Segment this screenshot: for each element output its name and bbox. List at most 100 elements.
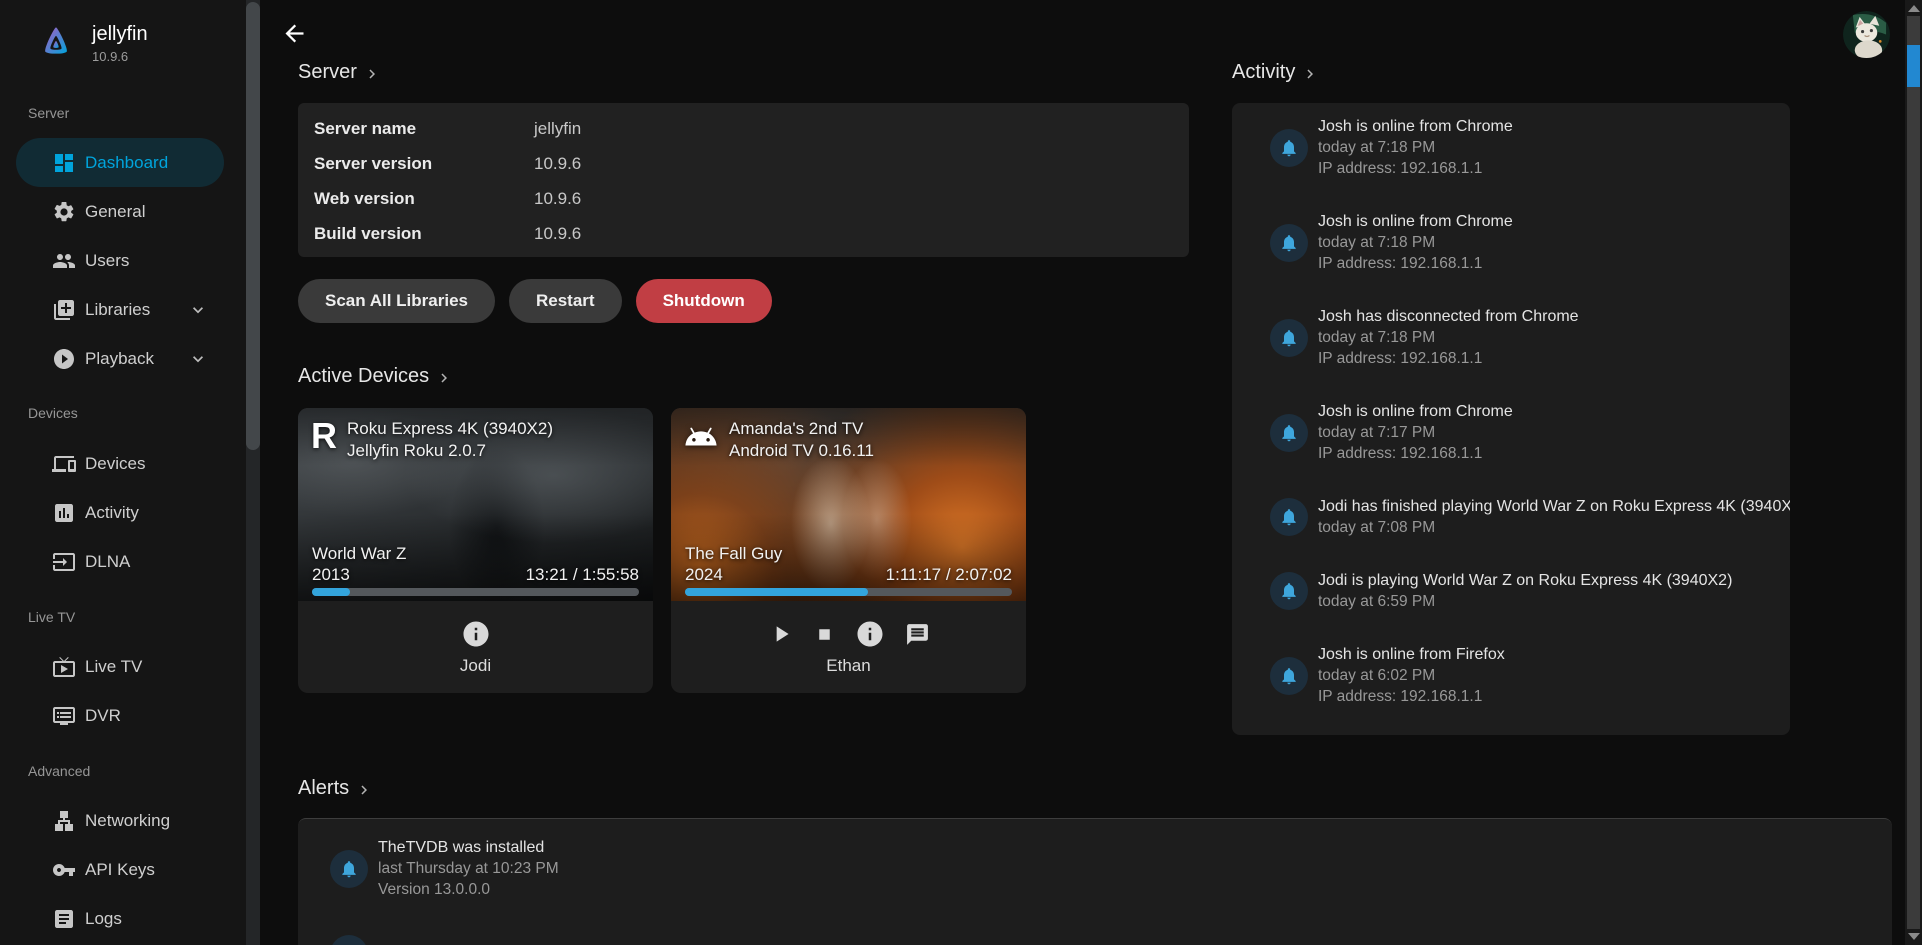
activity-heading-text: Activity (1232, 61, 1295, 84)
bell-icon (330, 935, 368, 945)
bell-icon (1270, 319, 1308, 357)
sidebar-item-dashboard[interactable]: Dashboard (16, 138, 224, 187)
restart-button[interactable]: Restart (509, 279, 622, 323)
nav-section-live-tv: Live TV (28, 607, 75, 627)
alert-item: TheTVDB was installed last Thursday at 1… (330, 837, 1872, 900)
playback-progress-fill (685, 588, 868, 596)
user-avatar[interactable] (1843, 11, 1890, 58)
web-version-row: Web version 10.9.6 (314, 181, 1173, 216)
activity-section-link[interactable]: Activity (1232, 61, 1319, 84)
session-user-name: Ethan (826, 656, 870, 676)
client-version: Jellyfin Roku 2.0.7 (347, 440, 553, 462)
sidebar-item-logs[interactable]: Logs (16, 894, 224, 943)
bell-icon (1270, 129, 1308, 167)
sidebar-item-dlna[interactable]: DLNA (16, 537, 224, 586)
server-actions: Scan All Libraries Restart Shutdown (298, 279, 772, 323)
activity-item: Josh is online from Chrome today at 7:17… (1270, 401, 1770, 464)
chevron-right-icon (435, 369, 453, 387)
activity-item: Josh is online from Chrome today at 7:18… (1270, 211, 1770, 274)
cat-avatar-image (1843, 11, 1890, 58)
play-icon (768, 621, 794, 647)
sidebar-item-libraries[interactable]: Libraries (16, 285, 224, 334)
bell-icon (1270, 657, 1308, 695)
chevron-right-icon (363, 65, 381, 83)
sidebar-item-activity[interactable]: Activity (16, 488, 224, 537)
media-title: World War Z (312, 543, 406, 564)
nav-section-advanced: Advanced (28, 761, 90, 781)
arrow-left-icon (281, 20, 308, 47)
alerts-heading-text: Alerts (298, 777, 349, 800)
info-icon (855, 619, 885, 649)
shutdown-button[interactable]: Shutdown (636, 279, 772, 323)
sidebar-item-users[interactable]: Users (16, 236, 224, 285)
app-brand: jellyfin 10.9.6 (38, 22, 148, 64)
sidebar-item-api-keys[interactable]: API Keys (16, 845, 224, 894)
nav-section-devices: Devices (28, 403, 78, 423)
sidebar-item-networking[interactable]: Networking (16, 796, 224, 845)
roku-icon: R (311, 418, 336, 454)
devices-icon (52, 452, 76, 476)
info-button[interactable] (461, 619, 491, 649)
nav-section-server: Server (28, 103, 69, 123)
activity-item: Josh is online from Chrome today at 7:18… (1270, 116, 1770, 179)
now-playing-backdrop-the-fall-guy: Amanda's 2nd TV Android TV 0.16.11 The F… (671, 408, 1026, 601)
sidebar: jellyfin 10.9.6 Server Dashboard General… (0, 0, 260, 945)
bell-icon (1270, 498, 1308, 536)
sidebar-scrollbar-thumb[interactable] (246, 2, 260, 450)
stop-button[interactable] (814, 624, 835, 645)
sidebar-item-playback[interactable]: Playback (16, 334, 224, 383)
info-icon (461, 619, 491, 649)
info-button[interactable] (855, 619, 885, 649)
dashboard-icon (52, 151, 76, 175)
server-section-link[interactable]: Server (298, 61, 381, 84)
jellyfin-dashboard-page: jellyfin 10.9.6 Server Dashboard General… (0, 0, 1922, 945)
scroll-down-arrow-icon[interactable] (1908, 933, 1920, 940)
scroll-up-arrow-icon[interactable] (1908, 5, 1920, 12)
api-keys-icon (52, 858, 76, 882)
app-version: 10.9.6 (92, 49, 148, 64)
page-scrollbar (1905, 0, 1922, 945)
client-version: Android TV 0.16.11 (729, 440, 874, 462)
back-button[interactable] (279, 20, 309, 50)
activity-item: Josh is online from Firefox today at 6:0… (1270, 644, 1770, 707)
alert-item: AniDB was installed (330, 935, 1872, 945)
activity-log-card: Josh is online from Chrome today at 7:18… (1232, 103, 1790, 735)
server-info-card: Server name jellyfin Server version 10.9… (298, 103, 1189, 257)
server-heading-text: Server (298, 61, 357, 84)
sidebar-item-dvr[interactable]: DVR (16, 691, 224, 740)
logs-icon (52, 907, 76, 931)
activity-icon (52, 501, 76, 525)
gear-icon (52, 200, 76, 224)
play-button[interactable] (768, 621, 794, 647)
stop-icon (814, 624, 835, 645)
playback-progress-fill (312, 588, 350, 596)
bell-icon (330, 850, 368, 888)
active-device-card-android-tv[interactable]: Amanda's 2nd TV Android TV 0.16.11 The F… (671, 408, 1026, 693)
activity-item: Josh has disconnected from Chrome today … (1270, 306, 1770, 369)
alerts-section-link[interactable]: Alerts (298, 777, 373, 800)
session-user-name: Jodi (460, 656, 491, 676)
active-device-card-roku[interactable]: R Roku Express 4K (3940X2) Jellyfin Roku… (298, 408, 653, 693)
playback-time: 1:11:17 / 2:07:02 (886, 565, 1012, 585)
active-devices-section-link[interactable]: Active Devices (298, 365, 453, 388)
now-playing-backdrop-world-war-z: R Roku Express 4K (3940X2) Jellyfin Roku… (298, 408, 653, 601)
dlna-icon (52, 550, 76, 574)
chevron-right-icon (1301, 65, 1319, 83)
networking-icon (52, 809, 76, 833)
page-scrollbar-thumb[interactable] (1907, 45, 1920, 87)
send-message-button[interactable] (905, 622, 930, 647)
sidebar-item-devices[interactable]: Devices (16, 439, 224, 488)
device-name: Amanda's 2nd TV (729, 418, 874, 440)
page-scrollbar-track[interactable] (1907, 16, 1920, 929)
playback-time: 13:21 / 1:55:58 (526, 565, 639, 585)
scan-all-libraries-button[interactable]: Scan All Libraries (298, 279, 495, 323)
chevron-down-icon[interactable] (188, 349, 208, 369)
server-name-row: Server name jellyfin (314, 111, 1173, 146)
chevron-down-icon[interactable] (188, 300, 208, 320)
sidebar-item-general[interactable]: General (16, 187, 224, 236)
users-icon (52, 249, 76, 273)
chevron-right-icon (355, 781, 373, 799)
android-icon (684, 422, 718, 452)
activity-item: Jodi is playing World War Z on Roku Expr… (1270, 570, 1770, 612)
sidebar-item-live-tv[interactable]: Live TV (16, 642, 224, 691)
